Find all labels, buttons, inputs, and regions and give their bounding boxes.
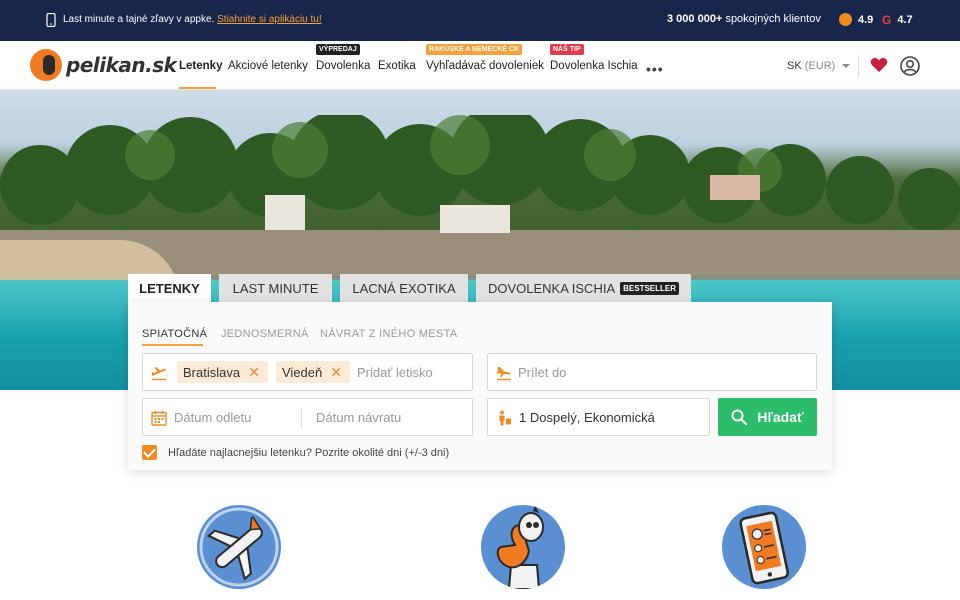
download-app-link[interactable]: Stiahnite si aplikáciu tu! (217, 14, 322, 25)
logo[interactable]: pelikan.sk (30, 49, 177, 81)
logo-wordmark: pelikan.sk (66, 53, 177, 77)
nav-dovolenka-ischia[interactable]: Dovolenka Ischia (550, 60, 638, 72)
user-account-icon[interactable] (900, 56, 920, 76)
tab-dovolenka-ischia[interactable]: DOVOLENKA ISCHIA BESTSELLER (476, 274, 691, 302)
dates-field[interactable]: Dátum odletu Dátum návratu (142, 398, 473, 436)
main-header: pelikan.sk Letenky Akciové letenky VÝPRE… (0, 41, 960, 90)
app-rating-value: 4.9 (858, 13, 874, 26)
clients-label: spokojných klientov (725, 13, 821, 25)
badge-nas-tip: NÁŠ TIP (550, 44, 584, 55)
promo-topbar: Last minute a tajné zľavy v appke. Stiah… (0, 0, 960, 41)
nav-letenky[interactable]: Letenky (179, 60, 222, 72)
flexible-dates-label: Hľadáte najlacnejšiu letenku? Pozrite ok… (168, 447, 450, 459)
departure-plane-icon (151, 367, 166, 381)
chip-label: Bratislava (183, 364, 241, 380)
hero-villa (710, 175, 760, 200)
hero-villa (440, 205, 510, 233)
chevron-down-icon (842, 64, 851, 69)
origin-chip-vieden: Viedeň ✕ (276, 361, 350, 383)
search-icon (731, 409, 748, 425)
passengers-value: 1 Dospelý, Ekonomická (519, 410, 655, 425)
tab-letenky[interactable]: LETENKY (128, 274, 211, 302)
flexible-dates-checkbox[interactable] (142, 445, 157, 460)
clients-count: 3 000 000+ spokojných klientov (667, 13, 821, 25)
app-store-rating-icon (839, 13, 852, 26)
tab-lacna-exotika[interactable]: LACNÁ EXOTIKA (340, 274, 468, 302)
search-button-label: Hľadať (757, 409, 804, 425)
tab-label: DOVOLENKA ISCHIA (487, 280, 616, 296)
nav-vyhladavac-dovoleniek[interactable]: Vyhľadávač dovoleniek (426, 60, 544, 72)
tablet-deals-icon (739, 511, 789, 585)
nav-divider (858, 55, 859, 77)
passengers-field[interactable]: 1 Dospelý, Ekonomická (487, 398, 710, 436)
google-icon: G (882, 13, 892, 27)
nav-akciove-letenky[interactable]: Akciové letenky (228, 60, 308, 72)
tab-label: LAST MINUTE (232, 280, 319, 296)
trip-type-indicator (142, 344, 203, 346)
flight-search-panel: SPIATOČNÁ JEDNOSMERNÁ NÁVRAT Z INÉHO MES… (128, 302, 832, 470)
pelican-logo-icon (30, 49, 62, 81)
tab-label: LACNÁ EXOTIKA (352, 280, 456, 296)
app-rating[interactable]: 4.9 (839, 13, 873, 26)
chip-label: Viedeň (282, 364, 323, 380)
trip-type-open-jaw[interactable]: NÁVRAT Z INÉHO MESTA (320, 328, 457, 340)
favorites-heart-icon[interactable] (870, 57, 888, 73)
currency-code: (EUR) (804, 60, 836, 72)
calendar-icon (151, 411, 167, 426)
add-airport-input[interactable]: Pridať letisko (357, 365, 433, 380)
pelican-feature-icon (481, 505, 565, 589)
pelican-mascot-icon (496, 505, 544, 589)
remove-chip-icon[interactable]: ✕ (330, 364, 342, 381)
arrival-plane-icon (496, 367, 511, 381)
nav-dovolenka[interactable]: Dovolenka (316, 60, 370, 72)
google-rating-value: 4.7 (897, 14, 913, 26)
destination-input[interactable]: Prílet do (518, 365, 566, 380)
remove-chip-icon[interactable]: ✕ (248, 364, 260, 381)
origin-chip-bratislava: Bratislava ✕ (177, 361, 268, 383)
tab-last-minute[interactable]: LAST MINUTE (219, 274, 332, 302)
promo-text: Last minute a tajné zľavy v appke. Stiah… (63, 14, 322, 25)
language-code: SK (787, 60, 802, 72)
return-date-input[interactable]: Dátum návratu (316, 410, 401, 425)
hero-villa (265, 195, 305, 230)
language-selector[interactable]: SK (EUR) (787, 60, 851, 72)
google-rating[interactable]: G 4.7 (882, 13, 913, 27)
badge-vypredaj: VÝPREDAJ (316, 44, 360, 55)
tablet-feature-icon (722, 505, 806, 589)
destination-field[interactable]: Prílet do (487, 353, 817, 391)
airplane-icon (199, 507, 279, 587)
tab-label: LETENKY (139, 280, 200, 296)
date-divider (301, 408, 302, 428)
traveler-luggage-icon (499, 410, 511, 426)
more-menu-icon[interactable]: ••• (646, 61, 664, 77)
nav-exotika[interactable]: Exotika (378, 60, 416, 72)
depart-date-input[interactable]: Dátum odletu (174, 410, 251, 425)
badge-rakuske-ck: RAKÚSKE A NEMECKÉ CK (426, 44, 523, 55)
active-nav-indicator (179, 87, 216, 89)
search-button[interactable]: Hľadať (718, 398, 817, 436)
promo-message: Last minute a tajné zľavy v appke. (63, 14, 215, 25)
origin-field[interactable]: Bratislava ✕ Viedeň ✕ Pridať letisko (142, 353, 473, 391)
airplane-feature-icon (197, 505, 281, 589)
phone-app-icon (46, 13, 56, 27)
clients-number: 3 000 000+ (667, 13, 723, 25)
trip-type-return[interactable]: SPIATOČNÁ (142, 328, 207, 340)
bestseller-badge: BESTSELLER (620, 281, 680, 295)
trip-type-oneway[interactable]: JEDNOSMERNÁ (221, 328, 309, 340)
